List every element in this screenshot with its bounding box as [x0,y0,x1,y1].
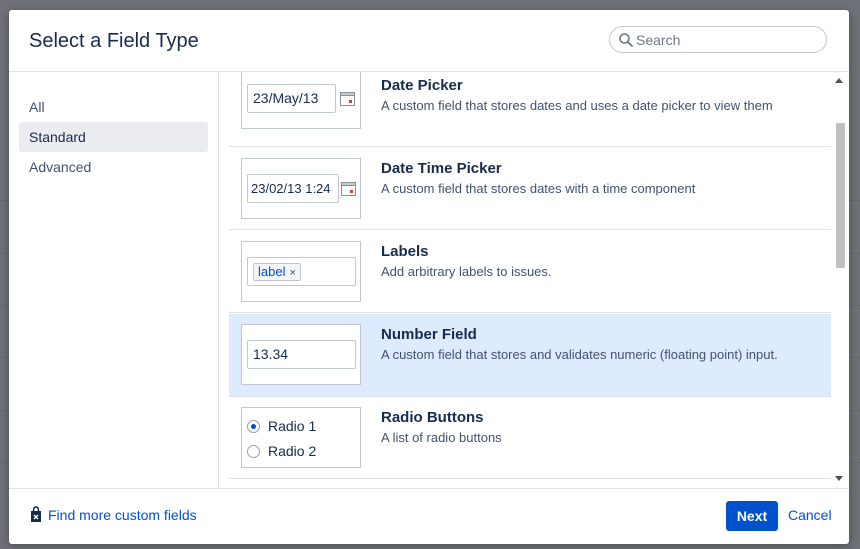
field-name: Number Field [381,326,477,343]
field-description: A custom field that stores dates with a … [381,181,696,196]
radio-checked-icon [247,420,260,433]
label-chip-text: label [258,264,286,279]
field-name: Date Time Picker [381,160,502,177]
scroll-up-arrow-icon[interactable] [835,78,843,83]
field-preview: 23/02/13 1:24 [241,158,361,219]
field-description: A custom field that stores dates and use… [381,98,773,113]
field-type-date-time-picker[interactable]: 23/02/13 1:24 Date Time Picker A custom … [229,148,831,230]
field-preview: Radio 1 Radio 2 [241,407,361,468]
dialog-title: Select a Field Type [29,30,199,52]
list-scrollbar[interactable] [831,72,849,488]
radio-option-label: Radio 1 [268,418,317,434]
scrollbar-thumb[interactable] [836,123,845,268]
field-type-number-field[interactable]: 13.34 Number Field A custom field that s… [229,314,831,397]
preview-date-input: 23/May/13 [247,84,336,113]
preview-datetime-input: 23/02/13 1:24 [247,174,339,203]
scroll-down-arrow-icon[interactable] [835,476,843,481]
preview-labels-input: label × [247,257,356,286]
field-description: A custom field that stores and validates… [381,347,778,362]
marketplace-bag-icon [31,506,41,522]
field-preview: 13.34 [241,324,361,385]
field-preview: label × [241,241,361,302]
radio-unchecked-icon [247,445,260,458]
category-sidebar: All Standard Advanced [9,72,219,488]
calendar-icon [340,92,355,106]
preview-number-input: 13.34 [247,340,356,369]
next-button[interactable]: Next [726,501,778,531]
sidebar-item-standard[interactable]: Standard [19,122,208,152]
dialog-header: Select a Field Type [9,10,849,72]
find-more-label: Find more custom fields [48,507,197,523]
sidebar-item-advanced[interactable]: Advanced [19,152,208,182]
field-name: Radio Buttons [381,409,484,426]
field-description: A list of radio buttons [381,430,502,445]
radio-option-label: Radio 2 [268,443,317,459]
field-type-radio-buttons[interactable]: Radio 1 Radio 2 Radio Buttons A list of … [229,397,831,479]
search-box[interactable] [609,26,827,53]
select-field-type-dialog: Select a Field Type All Standard Advance… [9,10,849,544]
sidebar-item-all[interactable]: All [19,92,208,122]
field-name: Labels [381,243,429,260]
chip-remove-icon: × [289,267,296,279]
label-chip: label × [253,263,301,281]
dialog-footer: Find more custom fields Next Cancel [9,488,849,544]
search-icon [619,33,633,47]
field-type-date-picker[interactable]: 23/May/13 Date Picker A custom field tha… [229,72,831,147]
field-preview: 23/May/13 [241,72,361,129]
cancel-link[interactable]: Cancel [788,507,832,523]
search-input[interactable] [636,30,816,49]
field-name: Date Picker [381,77,463,94]
calendar-icon [341,182,356,196]
field-type-labels[interactable]: label × Labels Add arbitrary labels to is… [229,231,831,313]
field-type-list: 23/May/13 Date Picker A custom field tha… [219,72,849,488]
field-description: Add arbitrary labels to issues. [381,264,552,279]
